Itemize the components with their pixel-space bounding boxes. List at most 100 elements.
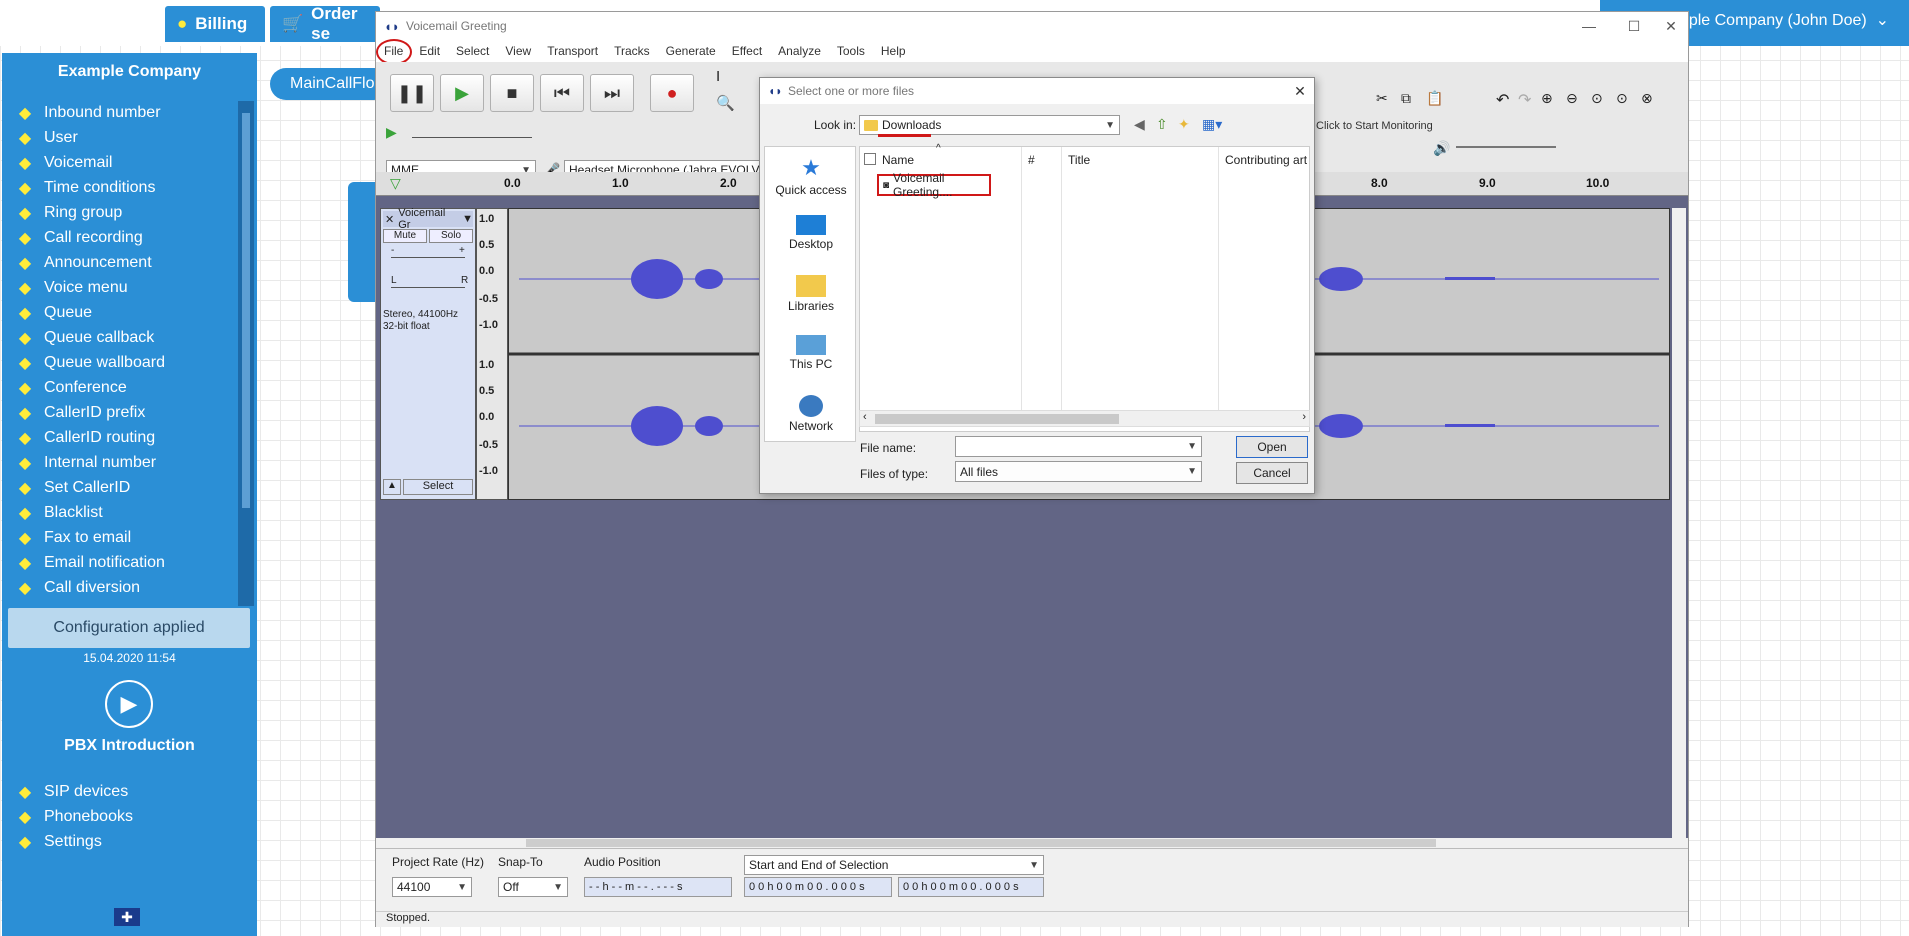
new-folder-icon[interactable]: ✦ [1178, 116, 1190, 133]
sidebar-item-ring-group[interactable]: ◆ Ring group [14, 200, 239, 225]
paste-icon[interactable]: 📋 [1426, 90, 1443, 107]
menu-generate[interactable]: Generate [658, 44, 724, 58]
file-item-voicemail-greeting[interactable]: ◙ Voicemail Greeting.... [877, 171, 991, 199]
zoom-in-icon[interactable]: ⊕ [1541, 90, 1553, 107]
main-call-flow-button[interactable]: MainCallFlo [270, 68, 390, 100]
play-icon[interactable]: ▶ [105, 680, 153, 728]
configuration-applied-button[interactable]: Configuration applied [8, 608, 250, 648]
sidebar-item-blacklist[interactable]: ◆ Blacklist [14, 500, 239, 525]
open-button[interactable]: Open [1236, 436, 1308, 458]
order-tab[interactable]: 🛒 Order se [270, 4, 380, 43]
select-all-checkbox[interactable] [864, 153, 876, 165]
play-at-speed-icon[interactable]: ▶ [386, 124, 397, 141]
menu-select[interactable]: Select [448, 44, 497, 58]
file-name-input[interactable]: ▼ [955, 436, 1202, 457]
undo-icon[interactable]: ↶ [1496, 90, 1509, 110]
stop-button[interactable]: ■ [490, 74, 534, 112]
close-icon[interactable]: ✕ [1290, 81, 1310, 101]
sidebar-item-conference[interactable]: ◆ Conference [14, 375, 239, 400]
fit-project-icon[interactable]: ⊙ [1616, 90, 1628, 107]
sidebar-item-queue[interactable]: ◆ Queue [14, 300, 239, 325]
gain-slider[interactable] [391, 257, 465, 258]
menu-tools[interactable]: Tools [829, 44, 873, 58]
column-contributing-artists[interactable]: Contributing art [1225, 153, 1307, 167]
sidebar-item-call-recording[interactable]: ◆ Call recording [14, 225, 239, 250]
sidebar-item-queue-wallboard[interactable]: ◆ Queue wallboard [14, 350, 239, 375]
sidebar-item-queue-callback[interactable]: ◆ Queue callback [14, 325, 239, 350]
audio-position-field[interactable]: - - h - - m - - . - - - s [584, 877, 732, 897]
skip-end-button[interactable]: ⏭ [590, 74, 634, 112]
look-in-select[interactable]: Downloads ▼ [859, 115, 1120, 135]
sidebar-item-sip-devices[interactable]: ◆ SIP devices [14, 779, 239, 804]
sidebar-item-email-notification[interactable]: ◆ Email notification [14, 550, 239, 575]
close-icon[interactable]: ✕ [1656, 16, 1686, 36]
column-number[interactable]: # [1028, 153, 1035, 167]
collapse-icon[interactable]: ▲ [383, 479, 401, 495]
skip-start-button[interactable]: ⏮ [540, 74, 584, 112]
cancel-button[interactable]: Cancel [1236, 462, 1308, 484]
menu-help[interactable]: Help [873, 44, 914, 58]
uk-flag-icon[interactable]: ✚ [114, 908, 140, 926]
menu-analyze[interactable]: Analyze [770, 44, 829, 58]
user-menu[interactable]: xample Company (John Doe) ⌄ [1659, 10, 1889, 30]
sidebar-item-phonebooks[interactable]: ◆ Phonebooks [14, 804, 239, 829]
view-menu-icon[interactable]: ▦▾ [1202, 116, 1222, 133]
sidebar-item-voice-menu[interactable]: ◆ Voice menu [14, 275, 239, 300]
track-name-button[interactable]: ✕ Voicemail Gr ▼ [383, 207, 473, 231]
file-list-scroll-thumb[interactable] [875, 414, 1119, 424]
play-button[interactable]: ▶ [440, 74, 484, 112]
horizontal-scroll-thumb[interactable] [526, 839, 1436, 847]
back-icon[interactable]: ◀ [1134, 116, 1145, 133]
pause-button[interactable]: ❚❚ [390, 74, 434, 112]
chevron-left-icon[interactable]: ‹ [863, 411, 867, 423]
select-track-button[interactable]: Select [403, 479, 473, 495]
sidebar-item-set-callerid[interactable]: ◆ Set CallerID [14, 475, 239, 500]
column-title[interactable]: Title [1068, 153, 1090, 167]
pbx-introduction[interactable]: PBX Introduction [2, 737, 257, 755]
billing-tab[interactable]: ● Billing [165, 6, 265, 42]
sidebar-item-callerid-routing[interactable]: ◆ CallerID routing [14, 425, 239, 450]
playback-volume-slider[interactable] [1456, 146, 1556, 148]
sidebar-item-callerid-prefix[interactable]: ◆ CallerID prefix [14, 400, 239, 425]
vertical-scrollbar[interactable] [1672, 208, 1686, 838]
zoom-out-icon[interactable]: ⊖ [1566, 90, 1578, 107]
snap-to-select[interactable]: Off ▼ [498, 877, 568, 897]
record-button[interactable]: ● [650, 74, 694, 112]
pan-slider[interactable] [391, 287, 465, 288]
sidebar-item-time-conditions[interactable]: ◆ Time conditions [14, 175, 239, 200]
copy-icon[interactable]: ⧉ [1401, 90, 1411, 107]
sidebar-item-internal-number[interactable]: ◆ Internal number [14, 450, 239, 475]
play-speed-slider[interactable] [412, 128, 532, 138]
selection-start-field[interactable]: 0 0 h 0 0 m 0 0 . 0 0 0 s [744, 877, 892, 897]
sidebar-scroll-thumb[interactable] [242, 113, 250, 508]
menu-view[interactable]: View [497, 44, 539, 58]
place-network[interactable]: Network [765, 395, 857, 433]
cut-icon[interactable]: ✂ [1376, 90, 1388, 107]
selection-tool-icon[interactable]: I [716, 68, 736, 88]
place-quick-access[interactable]: ★ Quick access [765, 155, 857, 197]
menu-transport[interactable]: Transport [539, 44, 606, 58]
place-this-pc[interactable]: This PC [765, 335, 857, 371]
sidebar-item-user[interactable]: ◆ User [14, 125, 239, 150]
minimize-icon[interactable]: — [1574, 16, 1604, 36]
menu-edit[interactable]: Edit [411, 44, 448, 58]
project-rate-select[interactable]: 44100 ▼ [392, 877, 472, 897]
timeline-options-icon[interactable]: ▽ [390, 175, 401, 192]
column-name[interactable]: Name [882, 153, 914, 167]
place-libraries[interactable]: Libraries [765, 275, 857, 313]
up-folder-icon[interactable]: ⇧ [1156, 116, 1168, 133]
file-type-select[interactable]: All files ▼ [955, 461, 1202, 482]
menu-tracks[interactable]: Tracks [606, 44, 658, 58]
place-desktop[interactable]: Desktop [765, 215, 857, 251]
fit-selection-icon[interactable]: ⊙ [1591, 90, 1603, 107]
menu-effect[interactable]: Effect [724, 44, 770, 58]
selection-mode-select[interactable]: Start and End of Selection ▼ [744, 855, 1044, 875]
sidebar-item-call-diversion[interactable]: ◆ Call diversion [14, 575, 239, 600]
solo-button[interactable]: Solo [429, 229, 473, 243]
sidebar-item-announcement[interactable]: ◆ Announcement [14, 250, 239, 275]
sidebar-item-settings[interactable]: ◆ Settings [14, 829, 239, 854]
mute-button[interactable]: Mute [383, 229, 427, 243]
meter-hint[interactable]: Click to Start Monitoring [1316, 120, 1433, 132]
maximize-icon[interactable]: ☐ [1619, 16, 1649, 36]
close-icon[interactable]: ✕ [385, 213, 394, 226]
